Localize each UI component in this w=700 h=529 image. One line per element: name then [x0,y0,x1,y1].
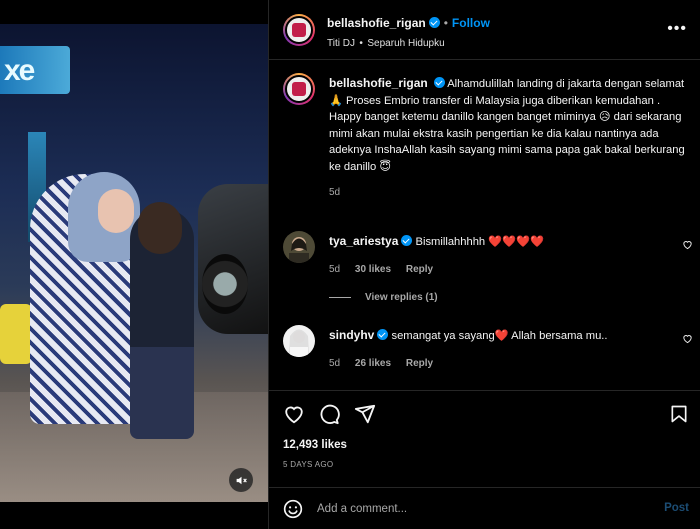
comment-text: semangat ya sayang❤️ Allah bersama mu.. [391,330,608,342]
author-avatar[interactable] [283,14,315,46]
follow-button[interactable]: Follow [452,16,490,30]
mute-button[interactable] [229,468,253,492]
caption-text: bellashofie_rigan Alhamdulillah landing … [329,75,685,202]
comment-icon[interactable] [318,403,340,425]
post-video[interactable]: xe [0,24,268,502]
car-wheel [202,254,248,314]
heart-icon[interactable] [682,333,693,344]
caption-time: 5d [329,187,341,198]
post-header: bellashofie_rigan • Follow Titi DJ • Separ… [269,0,700,60]
add-comment-bar: Post [269,487,700,529]
commenter-avatar[interactable] [283,231,315,263]
comment-time: 5d [329,358,341,369]
bookmark-icon[interactable] [669,403,689,425]
heart-icon[interactable] [682,239,693,250]
avatar-image [283,325,315,357]
post-media: xe [0,0,268,529]
likes-count[interactable]: 12,493 likes [283,439,347,451]
verified-icon [428,17,440,28]
author-username[interactable]: bellashofie_rigan [327,16,426,30]
comments-section: bellashofie_rigan Alhamdulillah landing … [269,60,700,390]
child-head [138,202,182,254]
caption-username[interactable]: bellashofie_rigan [329,76,428,90]
music-title[interactable]: Separuh Hidupku [367,38,444,49]
replies-divider [329,296,351,298]
commenter-username[interactable]: sindyhv [329,328,374,342]
comment-text: Bismillahhhhh ❤️❤️❤️❤️ [415,236,544,248]
verified-icon [377,329,389,340]
mute-icon [236,476,247,484]
share-icon[interactable] [354,403,376,425]
audio-line: Titi DJ • Separuh Hidupku [327,33,445,51]
comment-likes[interactable]: 30 likes [355,264,391,275]
comment-body: sindyhv semangat ya sayang❤️ Allah bersa… [329,327,659,372]
more-icon[interactable]: ••• [667,20,687,38]
caption-line-2: Happy banget ketemu danillo kangen bange… [329,111,685,173]
sign-graphic: xe [4,54,35,87]
music-separator: • [359,38,363,49]
heart-icon[interactable] [283,403,305,425]
comment-input[interactable] [317,498,657,520]
commenter-avatar[interactable] [283,325,315,357]
post-panel: bellashofie_rigan • Follow Titi DJ • Separ… [268,0,700,529]
avatar-image [283,231,315,263]
verified-icon [401,235,413,246]
post-time: 5 DAYS AGO [283,460,334,469]
comment-meta: 5d 30 likes Reply [329,262,659,278]
emoji-icon[interactable] [283,499,303,519]
woman-face [98,189,134,233]
reply-button[interactable]: Reply [406,358,433,369]
commenter-username[interactable]: tya_ariestya [329,234,398,248]
yellow-bag [0,304,32,364]
separator-dot: • [443,16,448,30]
comment-meta: 5d 26 likes Reply [329,356,659,372]
comment-body: tya_ariestya Bismillahhhhh ❤️❤️❤️❤️ 5d 3… [329,233,659,278]
verified-icon [433,77,445,88]
post-comment-button[interactable]: Post [664,502,689,514]
caption-avatar[interactable] [283,73,315,105]
view-replies-button[interactable]: View replies (1) [329,292,438,303]
comment-likes[interactable]: 26 likes [355,358,391,369]
author-line: bellashofie_rigan • Follow [327,14,490,32]
view-replies-label: View replies (1) [365,292,438,303]
reply-button[interactable]: Reply [406,264,433,275]
music-artist[interactable]: Titi DJ [327,38,355,49]
comment-time: 5d [329,264,341,275]
